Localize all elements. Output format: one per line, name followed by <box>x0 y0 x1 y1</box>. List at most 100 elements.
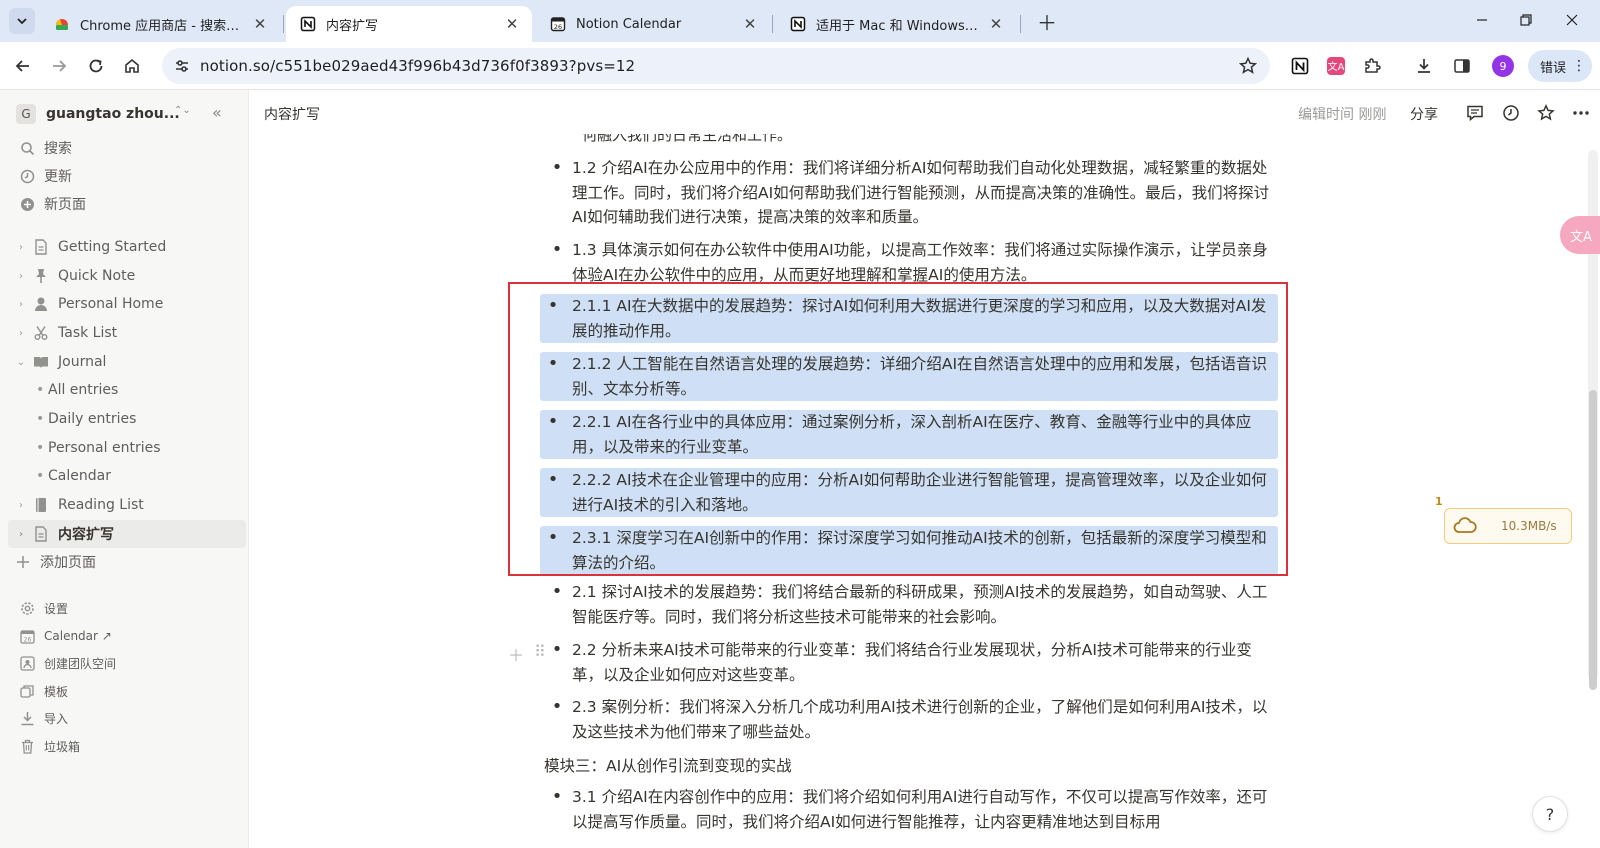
profile-avatar[interactable]: 9 <box>1492 55 1514 77</box>
chevron-right-icon[interactable]: › <box>14 299 28 310</box>
sidebar-item-getting-started[interactable]: › Getting Started <box>8 233 246 261</box>
sidebar-item-new-page[interactable]: 新页面 <box>8 190 246 218</box>
text-fragment[interactable]: 何融入我们的日常生活和工作。 <box>582 134 792 145</box>
window-close-button[interactable] <box>1552 8 1592 32</box>
chevron-down-icon[interactable]: ⌄ <box>14 357 28 368</box>
home-button[interactable] <box>120 54 144 78</box>
sidebar-item-settings[interactable]: 设置 <box>8 594 246 622</box>
sidebar-item-label: Quick Note <box>58 268 136 284</box>
tab-divider <box>283 15 284 33</box>
plus-icon[interactable]: ＋ <box>508 642 524 666</box>
translate-floating-button[interactable]: 文A <box>1560 216 1600 254</box>
tab-chrome-store[interactable]: Chrome 应用商店 - 搜索结果 ✕ <box>40 6 280 42</box>
comments-button[interactable] <box>1464 102 1486 124</box>
download-icon <box>1418 59 1430 73</box>
sidebar-item-quick-note[interactable]: › Quick Note <box>8 262 246 290</box>
chevron-right-icon[interactable]: › <box>14 242 28 253</box>
bullet-icon: • <box>551 639 563 660</box>
chevron-updown-icon[interactable]: ⌃⌄ <box>174 105 191 116</box>
sidebar-item-trash[interactable]: 垃圾箱 <box>8 732 246 760</box>
sidebar-item-import[interactable]: 导入 <box>8 704 246 732</box>
chevron-right-icon[interactable]: › <box>14 328 28 339</box>
sidebar-item-calendar-link[interactable]: 26 Calendar ↗ <box>8 622 246 650</box>
sidebar-item-calendar[interactable]: • Calendar <box>8 462 246 490</box>
pin-icon <box>32 267 50 285</box>
breadcrumb[interactable]: 内容扩写 <box>264 104 320 124</box>
minimize-button[interactable] <box>1462 8 1502 32</box>
favorite-button[interactable] <box>1535 102 1557 124</box>
search-icon <box>18 139 36 157</box>
history-button[interactable] <box>1500 102 1522 124</box>
list-item[interactable]: • 1.2 介绍AI在办公应用中的作用：我们将详细分析AI如何帮助我们自动化处理… <box>550 156 1270 230</box>
page-content: 何融入我们的日常生活和工作。 • 1.2 介绍AI在办公应用中的作用：我们将详细… <box>250 134 1580 848</box>
list-item[interactable]: • 2.1 探讨AI技术的发展趋势：我们将结合最新的科研成果，预测AI技术的发展… <box>550 580 1270 629</box>
back-button[interactable] <box>11 54 35 78</box>
tab-notion-calendar[interactable]: 26 Notion Calendar ✕ <box>536 6 770 42</box>
translate-extension-button[interactable]: 文A <box>1324 54 1348 78</box>
close-icon[interactable]: ✕ <box>502 14 522 34</box>
close-icon[interactable]: ✕ <box>740 14 760 34</box>
page-menu-button[interactable] <box>1570 102 1592 124</box>
sidebar-item-search[interactable]: 搜索 <box>8 134 246 162</box>
sidebar-item-label: Daily entries <box>48 411 137 427</box>
share-button[interactable]: 分享 <box>1410 104 1438 124</box>
scrollbar-thumb[interactable] <box>1589 390 1597 690</box>
sidebar-item-label: 内容扩写 <box>58 527 114 543</box>
bullet-icon: • <box>551 157 563 178</box>
close-icon[interactable]: ✕ <box>250 14 270 34</box>
extensions-button[interactable] <box>1360 54 1384 78</box>
sidebar-add-page[interactable]: 添加页面 <box>8 548 246 576</box>
url-text[interactable]: notion.so/c551be029aed43f996b43d736f0f38… <box>200 57 635 75</box>
sidebar-item-personal-home[interactable]: › Personal Home <box>8 290 246 318</box>
section-heading[interactable]: 模块三：AI从创作引流到变现的实战 <box>544 754 792 776</box>
sidebar-item-label: Getting Started <box>58 239 167 255</box>
notion-extension-button[interactable] <box>1288 54 1312 78</box>
sidebar-item-task-list[interactable]: › Task List <box>8 319 246 347</box>
side-panel-button[interactable] <box>1450 54 1474 78</box>
sidebar-item-label: Personal Home <box>58 296 164 312</box>
notification-count: 1 <box>1435 495 1443 508</box>
sidebar-item-journal[interactable]: ⌄ Journal <box>8 348 246 376</box>
workspace-switcher[interactable]: G guangtao zhou... ⌃⌄ « <box>16 102 242 126</box>
bullet-icon: • <box>551 696 563 717</box>
sidebar-item-label: 更新 <box>44 169 72 185</box>
drag-handle-icon[interactable]: ⠿ <box>534 642 546 666</box>
sidebar-item-daily-entries[interactable]: • Daily entries <box>8 405 246 433</box>
calendar-icon: 26 <box>550 17 566 32</box>
chevron-right-icon[interactable]: › <box>14 500 28 511</box>
restore-button[interactable] <box>1506 8 1546 32</box>
list-item[interactable]: • 1.3 具体演示如何在办公软件中使用AI功能，以提高工作效率：我们将通过实际… <box>550 238 1270 287</box>
chevron-right-icon[interactable]: › <box>14 271 28 282</box>
tab-notion-download[interactable]: 适用于 Mac 和 Windows 的 Notion ✕ <box>776 6 1016 42</box>
list-item[interactable]: • 3.1 介绍AI在内容创作中的应用：我们将介绍如何利用AI进行自动写作，不仅… <box>550 785 1270 834</box>
block-handle[interactable]: ＋ ⠿ <box>508 642 546 666</box>
sidebar-item-updates[interactable]: 更新 <box>8 162 246 190</box>
list-item[interactable]: • 2.2 分析未来AI技术可能带来的行业变革：我们将结合行业发展现状，分析AI… <box>550 638 1270 687</box>
network-speed-value: 10.3MB/s <box>1501 519 1557 533</box>
sidebar-item-reading-list[interactable]: › Reading List <box>8 491 246 519</box>
collapse-sidebar-icon[interactable]: « <box>212 103 222 122</box>
downloads-button[interactable] <box>1412 54 1436 78</box>
tab-search-button[interactable] <box>9 8 35 34</box>
tab-content-expand[interactable]: 内容扩写 ✕ <box>286 6 532 42</box>
bookmark-star-icon[interactable] <box>1238 56 1258 76</box>
sidebar-item-content-expand[interactable]: › 内容扩写 <box>8 520 246 548</box>
new-tab-button[interactable]: ＋ <box>1036 10 1058 35</box>
workspace-name: guangtao zhou... <box>46 106 180 122</box>
book-icon <box>32 353 50 371</box>
error-menu-button[interactable]: 错误 ⋮ <box>1528 50 1592 82</box>
help-button[interactable]: ? <box>1532 796 1568 832</box>
chevron-right-icon[interactable]: › <box>14 529 28 540</box>
address-bar[interactable]: notion.so/c551be029aed43f996b43d736f0f38… <box>162 48 1270 84</box>
site-info-icon[interactable] <box>172 56 192 76</box>
sidebar-item-all-entries[interactable]: • All entries <box>8 376 246 404</box>
list-item[interactable]: • 2.3 案例分析：我们将深入分析几个成功利用AI技术进行创新的企业，了解他们… <box>550 695 1270 744</box>
sidebar-item-personal-entries[interactable]: • Personal entries <box>8 434 246 462</box>
close-icon[interactable]: ✕ <box>986 14 1006 34</box>
network-speed-widget[interactable]: 1 10.3MB/s <box>1435 495 1572 544</box>
sidebar-item-create-team-space[interactable]: 创建团队空间 <box>8 649 246 677</box>
sidebar-item-templates[interactable]: 模板 <box>8 677 246 705</box>
calendar-icon: 26 <box>18 627 36 645</box>
reload-button[interactable] <box>84 54 108 78</box>
forward-button[interactable] <box>47 54 71 78</box>
